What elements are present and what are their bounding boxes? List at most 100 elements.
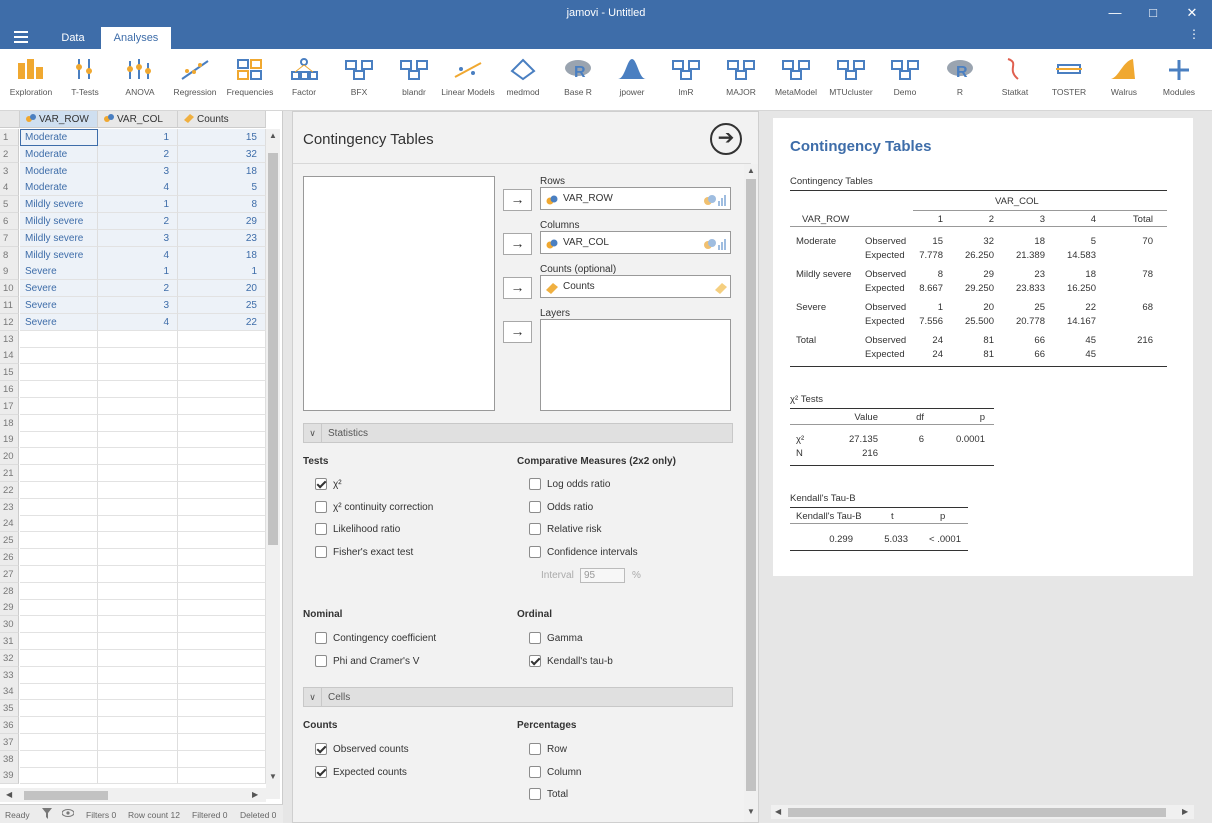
data-cell[interactable] bbox=[20, 448, 98, 466]
scroll-left-icon[interactable]: ◀ bbox=[6, 790, 12, 799]
toolbar-toster-button[interactable]: TOSTER bbox=[1041, 57, 1097, 97]
row-number[interactable]: 22 bbox=[0, 481, 19, 499]
data-cell[interactable]: Severe bbox=[20, 297, 98, 314]
data-cell[interactable] bbox=[20, 364, 98, 382]
more-options-icon[interactable]: ⋮ bbox=[1188, 28, 1200, 40]
scrollbar-thumb[interactable] bbox=[268, 153, 278, 545]
data-cell[interactable]: 1 bbox=[98, 263, 178, 281]
move-to-counts-button[interactable]: → bbox=[503, 277, 532, 299]
row-number[interactable]: 25 bbox=[0, 532, 19, 550]
checkbox-box[interactable] bbox=[315, 478, 327, 490]
toolbar-statkat-button[interactable]: Statkat bbox=[987, 57, 1043, 97]
data-cell[interactable] bbox=[20, 616, 98, 634]
data-cell[interactable] bbox=[98, 733, 178, 751]
checkbox-box[interactable] bbox=[315, 545, 327, 558]
data-cell[interactable] bbox=[98, 666, 178, 684]
toolbar-regression-button[interactable]: Regression bbox=[167, 57, 223, 97]
data-cell[interactable] bbox=[20, 347, 98, 365]
row-number[interactable]: 19 bbox=[0, 431, 19, 449]
row-number[interactable]: 39 bbox=[0, 767, 19, 785]
data-cell[interactable] bbox=[98, 565, 178, 583]
data-cell[interactable]: 3 bbox=[98, 229, 178, 247]
data-cell[interactable] bbox=[178, 481, 266, 499]
data-cell[interactable] bbox=[178, 733, 266, 751]
data-cell[interactable] bbox=[178, 599, 266, 617]
scroll-down-icon[interactable]: ▼ bbox=[747, 807, 755, 816]
results-horizontal-scrollbar[interactable]: ◀ ▶ bbox=[771, 805, 1194, 819]
data-cell[interactable]: 22 bbox=[178, 313, 266, 331]
checkbox-box[interactable] bbox=[529, 765, 541, 778]
row-number[interactable]: 27 bbox=[0, 565, 19, 583]
data-cell[interactable] bbox=[20, 515, 98, 533]
close-icon[interactable]: ✕ bbox=[1182, 4, 1202, 22]
toolbar-frequencies-button[interactable]: Frequencies bbox=[222, 57, 278, 97]
data-cell[interactable] bbox=[20, 565, 98, 583]
row-number[interactable]: 36 bbox=[0, 717, 19, 734]
data-cell[interactable]: 20 bbox=[178, 280, 266, 298]
row-number[interactable]: 1 bbox=[0, 129, 19, 146]
columns-target[interactable]: VAR_COL bbox=[540, 231, 731, 254]
filter-icon[interactable] bbox=[42, 808, 52, 821]
data-cell[interactable]: Mildly severe bbox=[20, 196, 98, 214]
row-number[interactable]: 33 bbox=[0, 666, 19, 684]
layers-target[interactable] bbox=[540, 319, 731, 411]
column-header-var-row[interactable]: VAR_ROW bbox=[20, 111, 98, 128]
data-cell[interactable]: Moderate bbox=[20, 129, 98, 146]
toolbar-r-button[interactable]: RR bbox=[932, 57, 988, 97]
checkbox-continuity-correction[interactable]: χ² continuity correction bbox=[303, 500, 433, 515]
scroll-right-icon[interactable]: ▶ bbox=[252, 790, 258, 799]
checkbox-box[interactable] bbox=[315, 632, 327, 644]
data-cell[interactable]: 5 bbox=[178, 179, 266, 197]
toolbar-medmod-button[interactable]: medmod bbox=[495, 57, 551, 97]
data-cell[interactable] bbox=[98, 599, 178, 617]
data-cell[interactable] bbox=[178, 700, 266, 718]
data-cell[interactable] bbox=[98, 717, 178, 734]
data-cell[interactable] bbox=[20, 498, 98, 516]
move-to-layers-button[interactable]: → bbox=[503, 321, 532, 343]
scroll-right-icon[interactable]: ▶ bbox=[1182, 807, 1188, 816]
data-cell[interactable] bbox=[98, 700, 178, 718]
data-cell[interactable] bbox=[178, 750, 266, 768]
toolbar-metamodel-button[interactable]: MetaModel bbox=[768, 57, 824, 97]
data-cell[interactable] bbox=[178, 582, 266, 600]
data-cell[interactable] bbox=[20, 599, 98, 617]
data-cell[interactable] bbox=[98, 330, 178, 348]
row-number[interactable]: 26 bbox=[0, 549, 19, 566]
toolbar-exploration-button[interactable]: Exploration bbox=[3, 57, 59, 97]
data-cell[interactable] bbox=[178, 414, 266, 432]
data-cell[interactable]: 1 bbox=[98, 129, 178, 146]
row-number[interactable]: 3 bbox=[0, 162, 19, 180]
data-cell[interactable] bbox=[98, 582, 178, 600]
data-cell[interactable]: 3 bbox=[98, 162, 178, 180]
checkbox-box[interactable] bbox=[529, 654, 541, 667]
data-cell[interactable]: 4 bbox=[98, 246, 178, 264]
panel-divider[interactable] bbox=[283, 111, 292, 823]
data-cell[interactable] bbox=[20, 649, 98, 667]
data-cell[interactable]: 4 bbox=[98, 313, 178, 331]
toolbar-lmr-button[interactable]: lmR bbox=[658, 57, 714, 97]
data-cell[interactable] bbox=[98, 767, 178, 785]
toolbar-demo-button[interactable]: Demo bbox=[877, 57, 933, 97]
scrollbar-thumb[interactable] bbox=[24, 791, 108, 800]
row-number[interactable]: 5 bbox=[0, 196, 19, 214]
data-cell[interactable]: 32 bbox=[178, 145, 266, 163]
toolbar-jpower-button[interactable]: jpower bbox=[604, 57, 660, 97]
data-cell[interactable] bbox=[98, 549, 178, 566]
checkbox-box[interactable] bbox=[529, 500, 541, 513]
checkbox-kendall-s-tau-b[interactable]: Kendall's tau-b bbox=[517, 654, 613, 669]
data-cell[interactable]: Mildly severe bbox=[20, 246, 98, 264]
row-number[interactable]: 12 bbox=[0, 313, 19, 331]
counts-target[interactable]: Counts bbox=[540, 275, 731, 298]
statistics-section-header[interactable]: ∨ Statistics bbox=[303, 423, 733, 443]
row-number[interactable]: 34 bbox=[0, 683, 19, 701]
data-cell[interactable] bbox=[98, 431, 178, 449]
data-cell[interactable] bbox=[178, 364, 266, 382]
row-number[interactable]: 7 bbox=[0, 229, 19, 247]
data-cell[interactable]: 2 bbox=[98, 213, 178, 230]
data-cell[interactable] bbox=[20, 381, 98, 398]
data-cell[interactable] bbox=[178, 330, 266, 348]
data-cell[interactable]: 18 bbox=[178, 162, 266, 180]
scrollbar-thumb[interactable] bbox=[746, 179, 756, 791]
data-cell[interactable] bbox=[98, 481, 178, 499]
checkbox-box[interactable] bbox=[529, 523, 541, 535]
